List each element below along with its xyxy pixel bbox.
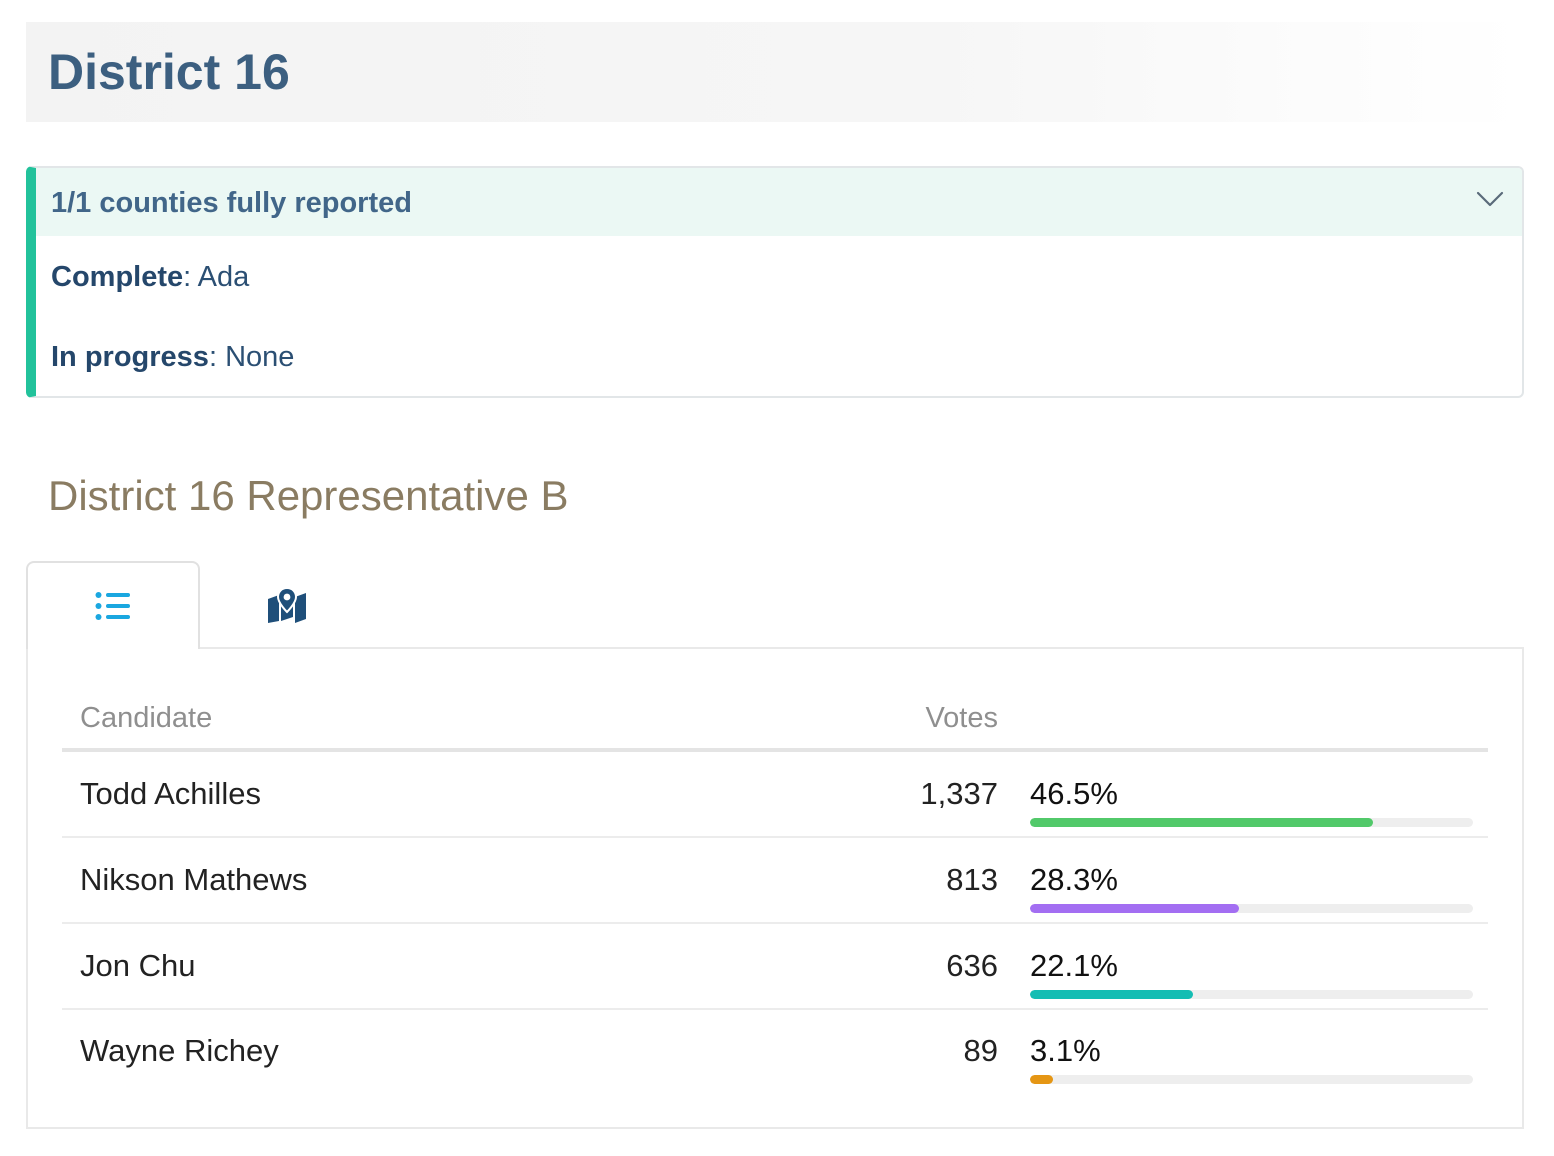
reporting-status-panel: 1/1 counties fully reported Complete: Ad…: [26, 166, 1524, 398]
vote-share-bar: [1030, 818, 1473, 827]
candidate-percent: 22.1%: [1030, 948, 1118, 983]
complete-counties: Complete: Ada: [51, 261, 250, 293]
vote-share-fill: [1030, 904, 1240, 913]
votes-column-header: Votes: [925, 702, 998, 734]
candidate-column-header: Candidate: [80, 702, 213, 734]
candidate-name: Nikson Mathews: [80, 862, 308, 897]
vote-share-bar: [1030, 1075, 1473, 1084]
vote-share-bar: [1030, 990, 1473, 999]
candidate-votes: 1,337: [920, 776, 998, 811]
in-progress-counties: In progress: None: [51, 341, 295, 373]
results-table: Candidate Votes Todd Achilles 1,337 46.5…: [26, 647, 1524, 1129]
vote-share-fill: [1030, 818, 1374, 827]
reporting-status-toggle[interactable]: 1/1 counties fully reported: [36, 168, 1522, 236]
results-page: District 16 1/1 counties fully reported …: [0, 0, 1554, 1156]
district-header: District 16: [26, 22, 1524, 122]
tab-map-view[interactable]: [200, 561, 374, 649]
list-icon: [95, 592, 130, 620]
candidate-row: Nikson Mathews 813 28.3%: [62, 838, 1488, 924]
candidate-name: Wayne Richey: [80, 1033, 279, 1068]
candidate-name: Todd Achilles: [80, 776, 261, 811]
in-progress-label: In progress: [51, 341, 209, 373]
district-title: District 16: [48, 44, 290, 100]
complete-label: Complete: [51, 261, 184, 293]
candidate-row: Wayne Richey 89 3.1%: [62, 1009, 1488, 1095]
candidate-row: Jon Chu 636 22.1%: [62, 924, 1488, 1010]
candidate-percent: 3.1%: [1030, 1033, 1101, 1068]
candidate-percent: 46.5%: [1030, 776, 1118, 811]
candidate-percent: 28.3%: [1030, 862, 1118, 897]
chevron-down-icon[interactable]: [1476, 188, 1504, 210]
candidate-name: Jon Chu: [80, 948, 196, 983]
vote-share-fill: [1030, 990, 1194, 999]
candidate-votes: 89: [963, 1033, 998, 1068]
in-progress-value: None: [225, 341, 295, 373]
complete-value: Ada: [197, 261, 250, 293]
candidate-row: Todd Achilles 1,337 46.5%: [62, 752, 1488, 838]
map-marker-icon: [268, 587, 306, 623]
vote-share-fill: [1030, 1075, 1054, 1084]
tab-list-view[interactable]: [26, 561, 200, 649]
vote-share-bar: [1030, 904, 1473, 913]
reporting-summary: 1/1 counties fully reported: [51, 187, 412, 219]
candidate-votes: 636: [946, 948, 998, 983]
candidate-votes: 813: [946, 862, 998, 897]
race-title: District 16 Representative B: [48, 472, 569, 519]
